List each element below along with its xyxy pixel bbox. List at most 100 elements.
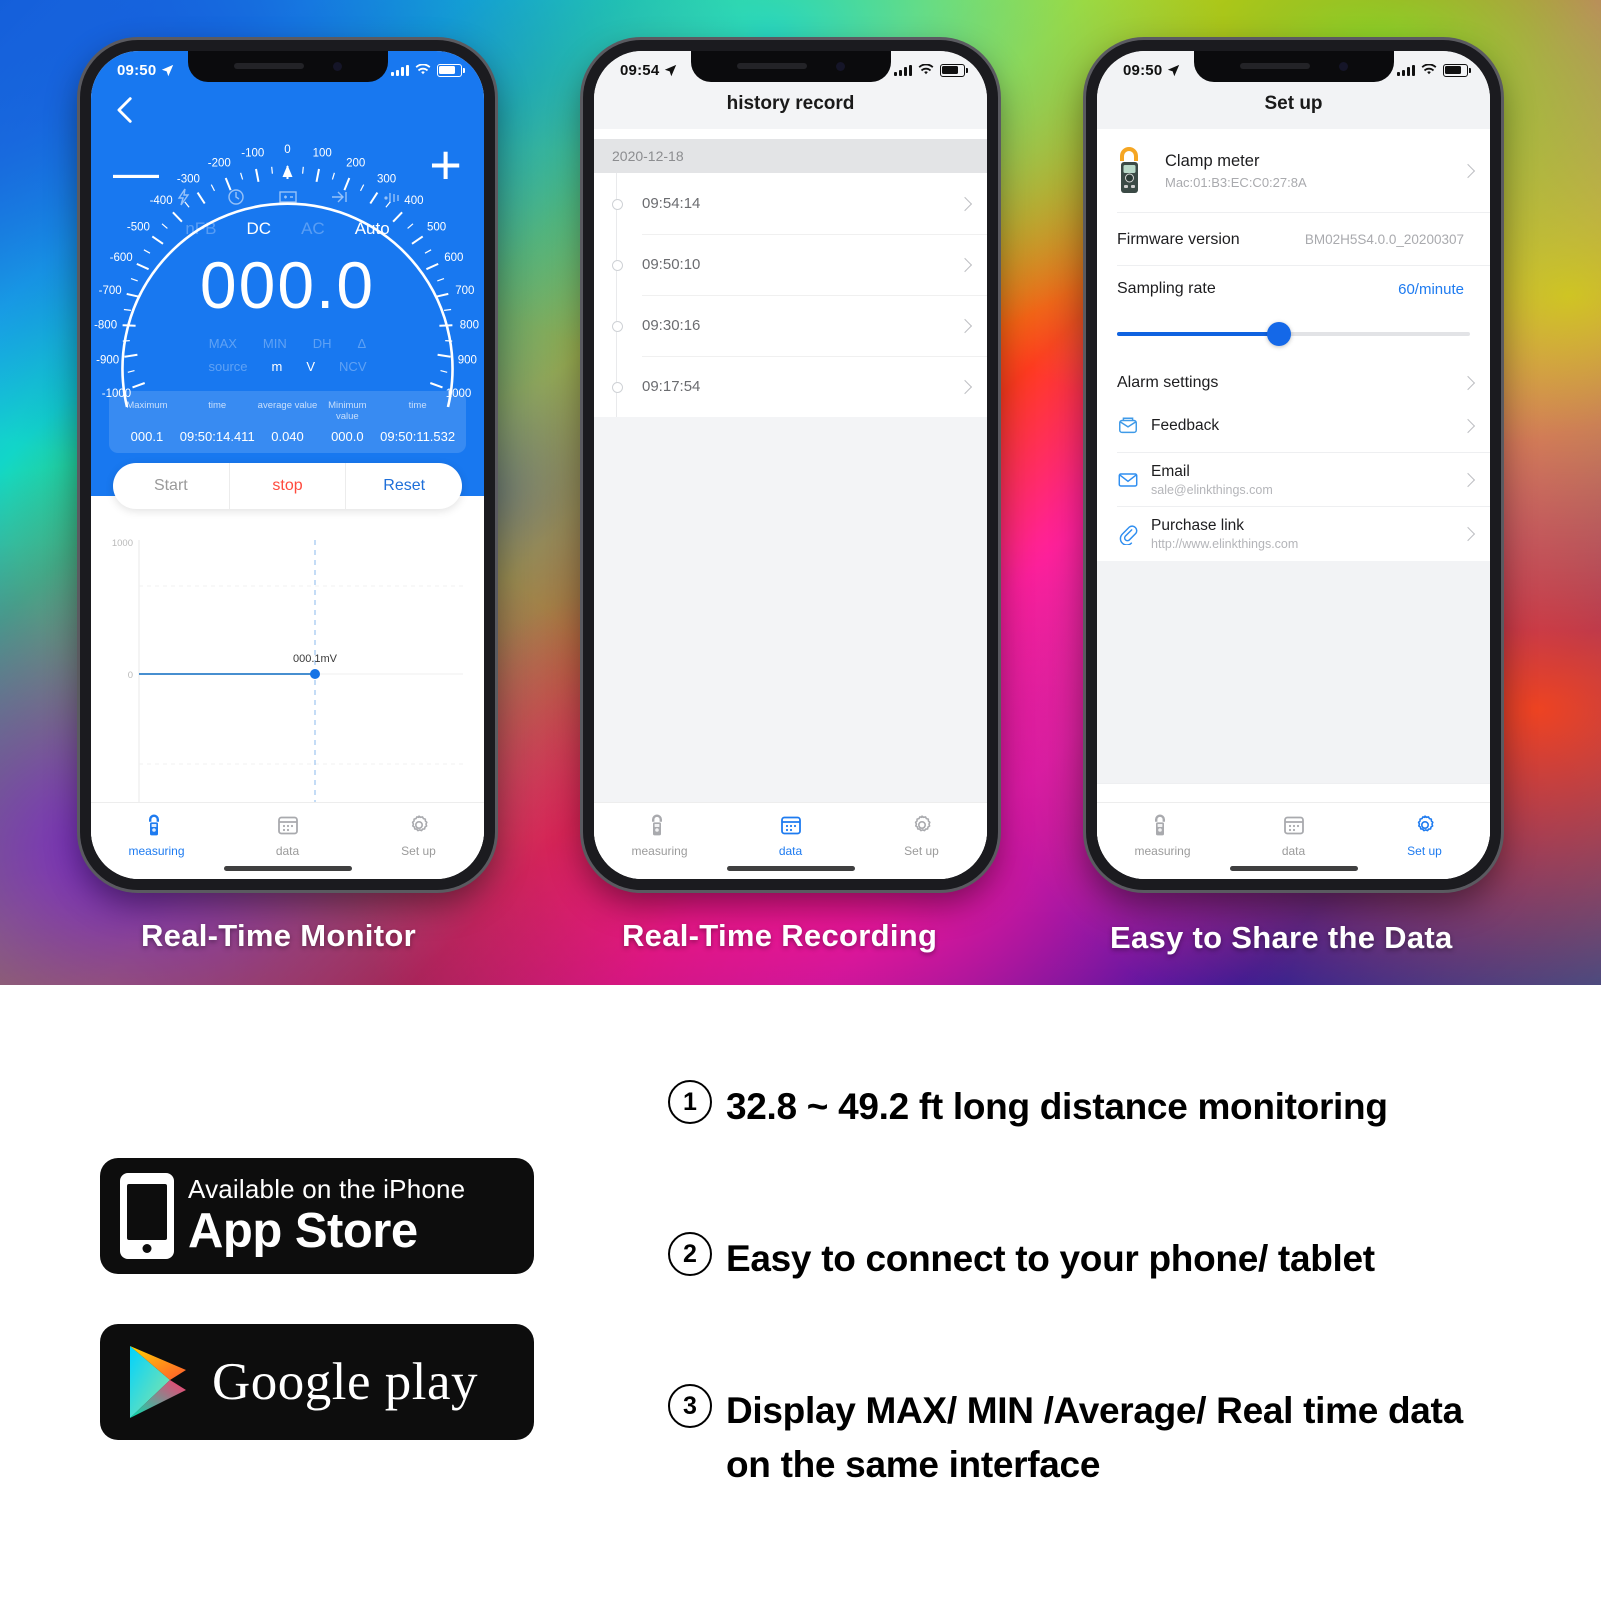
link-text: Purchase link http://www.elinkthings.com bbox=[1151, 517, 1298, 551]
mode-row-primary: nFB DC AC Auto bbox=[91, 219, 484, 239]
tab-measuring[interactable]: measuring bbox=[1097, 803, 1228, 879]
stat-header: Minimum value bbox=[328, 400, 367, 422]
mode-label-dh[interactable]: DH bbox=[313, 336, 332, 351]
unit-label-source[interactable]: source bbox=[209, 359, 248, 374]
tab-set-up[interactable]: Set up bbox=[1359, 803, 1490, 879]
phone2-notch bbox=[690, 51, 891, 82]
mode-label-nfb[interactable]: nFB bbox=[185, 219, 216, 239]
bullet-text: Easy to connect to your phone/ tablet bbox=[726, 1238, 1375, 1279]
back-chevron-icon[interactable] bbox=[109, 93, 143, 127]
slider-track[interactable] bbox=[1117, 322, 1470, 346]
phone3-screen: 09:50 Set up Clamp meter Mac:01:B3:EC:C0… bbox=[1097, 51, 1490, 879]
support-link-row[interactable]: Email sale@elinkthings.com bbox=[1097, 453, 1490, 507]
status-time: 09:50 bbox=[117, 61, 157, 79]
status-time: 09:50 bbox=[1123, 61, 1163, 79]
page-title: history record bbox=[726, 93, 855, 114]
start-button[interactable]: Start bbox=[113, 463, 229, 509]
tab-set-up[interactable]: Set up bbox=[353, 803, 484, 879]
chart-svg: 1000 0 -1000 000.1mV 50:15.372 bbox=[109, 538, 463, 826]
decrease-button[interactable]: — bbox=[113, 149, 159, 195]
paperclip-icon bbox=[1117, 523, 1139, 546]
slider-knob[interactable] bbox=[1267, 322, 1292, 346]
mode-label-max[interactable]: MAX bbox=[209, 336, 237, 351]
clamp-meter-icon bbox=[1151, 813, 1175, 837]
bullet-number: 1 bbox=[668, 1080, 712, 1124]
tab-label: measuring bbox=[1134, 843, 1191, 858]
link-title: Feedback bbox=[1151, 417, 1220, 434]
timeline-dot-icon bbox=[612, 382, 623, 393]
gauge-tick-label: 100 bbox=[313, 147, 332, 159]
caption-recording: Real-Time Recording bbox=[622, 918, 938, 953]
link-subtitle: http://www.elinkthings.com bbox=[1151, 537, 1299, 551]
google-play-text: Google play bbox=[212, 1353, 479, 1411]
primary-reading: 000.0 bbox=[199, 248, 376, 322]
status-time: 09:54 bbox=[620, 61, 660, 79]
caption-monitor: Real-Time Monitor bbox=[141, 918, 416, 953]
gauge-tick-label: -100 bbox=[241, 147, 264, 159]
envelope-icon bbox=[1117, 469, 1139, 491]
location-arrow-icon bbox=[665, 64, 677, 76]
bullet-number: 2 bbox=[668, 1232, 712, 1276]
support-link-row[interactable]: Purchase link http://www.elinkthings.com bbox=[1097, 507, 1490, 561]
device-settings-card: Clamp meter Mac:01:B3:EC:C0:27:8A Firmwa… bbox=[1097, 129, 1490, 409]
device-row[interactable]: Clamp meter Mac:01:B3:EC:C0:27:8A bbox=[1097, 129, 1490, 213]
alarm-settings-label: Alarm settings bbox=[1117, 373, 1219, 391]
stat-header: Maximum bbox=[126, 400, 168, 411]
list-item[interactable]: 09:30:16 bbox=[594, 295, 987, 356]
battery-icon bbox=[940, 63, 968, 77]
unit-label-v[interactable]: V bbox=[306, 359, 315, 374]
cellular-bars-icon bbox=[391, 64, 409, 76]
tab-set-up[interactable]: Set up bbox=[856, 803, 987, 879]
bullet-number: 3 bbox=[668, 1384, 712, 1428]
stop-button[interactable]: stop bbox=[228, 463, 346, 509]
list-item[interactable]: 09:54:14 bbox=[594, 173, 987, 234]
gauge-tick-label: 0 bbox=[284, 144, 290, 156]
tab-label: Set up bbox=[1407, 843, 1442, 858]
hold-icon bbox=[327, 187, 353, 207]
gauge-tick-label: 200 bbox=[346, 157, 365, 169]
firmware-value: BM02H5S4.0.0_20200307 bbox=[1304, 232, 1464, 247]
google-play-badge[interactable]: Google play bbox=[100, 1324, 534, 1440]
support-link-row[interactable]: Feedback bbox=[1097, 399, 1490, 453]
sampling-rate-slider[interactable] bbox=[1097, 312, 1490, 356]
tab-label: Set up bbox=[904, 843, 939, 858]
phone-mockup-setup: 09:50 Set up Clamp meter Mac:01:B3:EC:C0… bbox=[1086, 40, 1501, 890]
mode-label-dc[interactable]: DC bbox=[247, 219, 272, 239]
slider-fill bbox=[1117, 332, 1280, 336]
bullet-item-3: 3 Display MAX/ MIN /Average/ Real time d… bbox=[668, 1384, 1508, 1491]
phone2-screen: 09:54 history record 2020-12-18 09:54:14… bbox=[594, 51, 987, 879]
unit-label-m[interactable]: m bbox=[272, 359, 283, 374]
unit-label-ncv[interactable]: NCV bbox=[339, 359, 366, 374]
firmware-row: Firmware version BM02H5S4.0.0_20200307 bbox=[1097, 213, 1490, 266]
link-text: Feedback bbox=[1151, 417, 1219, 435]
gear-icon bbox=[910, 813, 934, 837]
mode-label-auto[interactable]: Auto bbox=[355, 219, 390, 239]
gear-icon bbox=[407, 813, 431, 837]
cellular-bars-icon bbox=[1397, 64, 1415, 76]
gauge-tick-label: -200 bbox=[208, 157, 231, 169]
buzzer-icon bbox=[379, 187, 405, 207]
stat-value: 0.040 bbox=[271, 429, 304, 444]
tab-label: data bbox=[778, 843, 803, 858]
mode-label-ac[interactable]: AC bbox=[301, 219, 325, 239]
increase-button[interactable]: + bbox=[429, 137, 462, 193]
timeline-dot-icon bbox=[612, 260, 623, 271]
tab-measuring[interactable]: measuring bbox=[91, 803, 222, 879]
app-store-line1: Available on the iPhone bbox=[188, 1174, 466, 1204]
link-title: Email bbox=[1151, 463, 1190, 480]
phone-mockup-measuring: 09:50 — + -1000 -900 -800 -700 -600 -500… bbox=[80, 40, 495, 890]
location-arrow-icon bbox=[162, 64, 174, 76]
svg-text:1000: 1000 bbox=[112, 538, 133, 549]
tab-measuring[interactable]: measuring bbox=[594, 803, 725, 879]
list-item[interactable]: 09:17:54 bbox=[594, 356, 987, 417]
app-store-badge[interactable]: Available on the iPhone App Store bbox=[100, 1158, 534, 1274]
list-item[interactable]: 09:50:10 bbox=[594, 234, 987, 295]
reset-button[interactable]: Reset bbox=[345, 463, 462, 509]
mode-label-δ[interactable]: Δ bbox=[358, 336, 367, 351]
stats-panel: Maximum time average value Minimum value tim… bbox=[109, 391, 466, 453]
tab-label: data bbox=[1281, 843, 1306, 858]
lightning-icon bbox=[171, 187, 197, 207]
date-section-header: 2020-12-18 bbox=[594, 139, 987, 173]
mode-label-min[interactable]: MIN bbox=[263, 336, 287, 351]
record-time: 09:30:16 bbox=[642, 317, 701, 334]
